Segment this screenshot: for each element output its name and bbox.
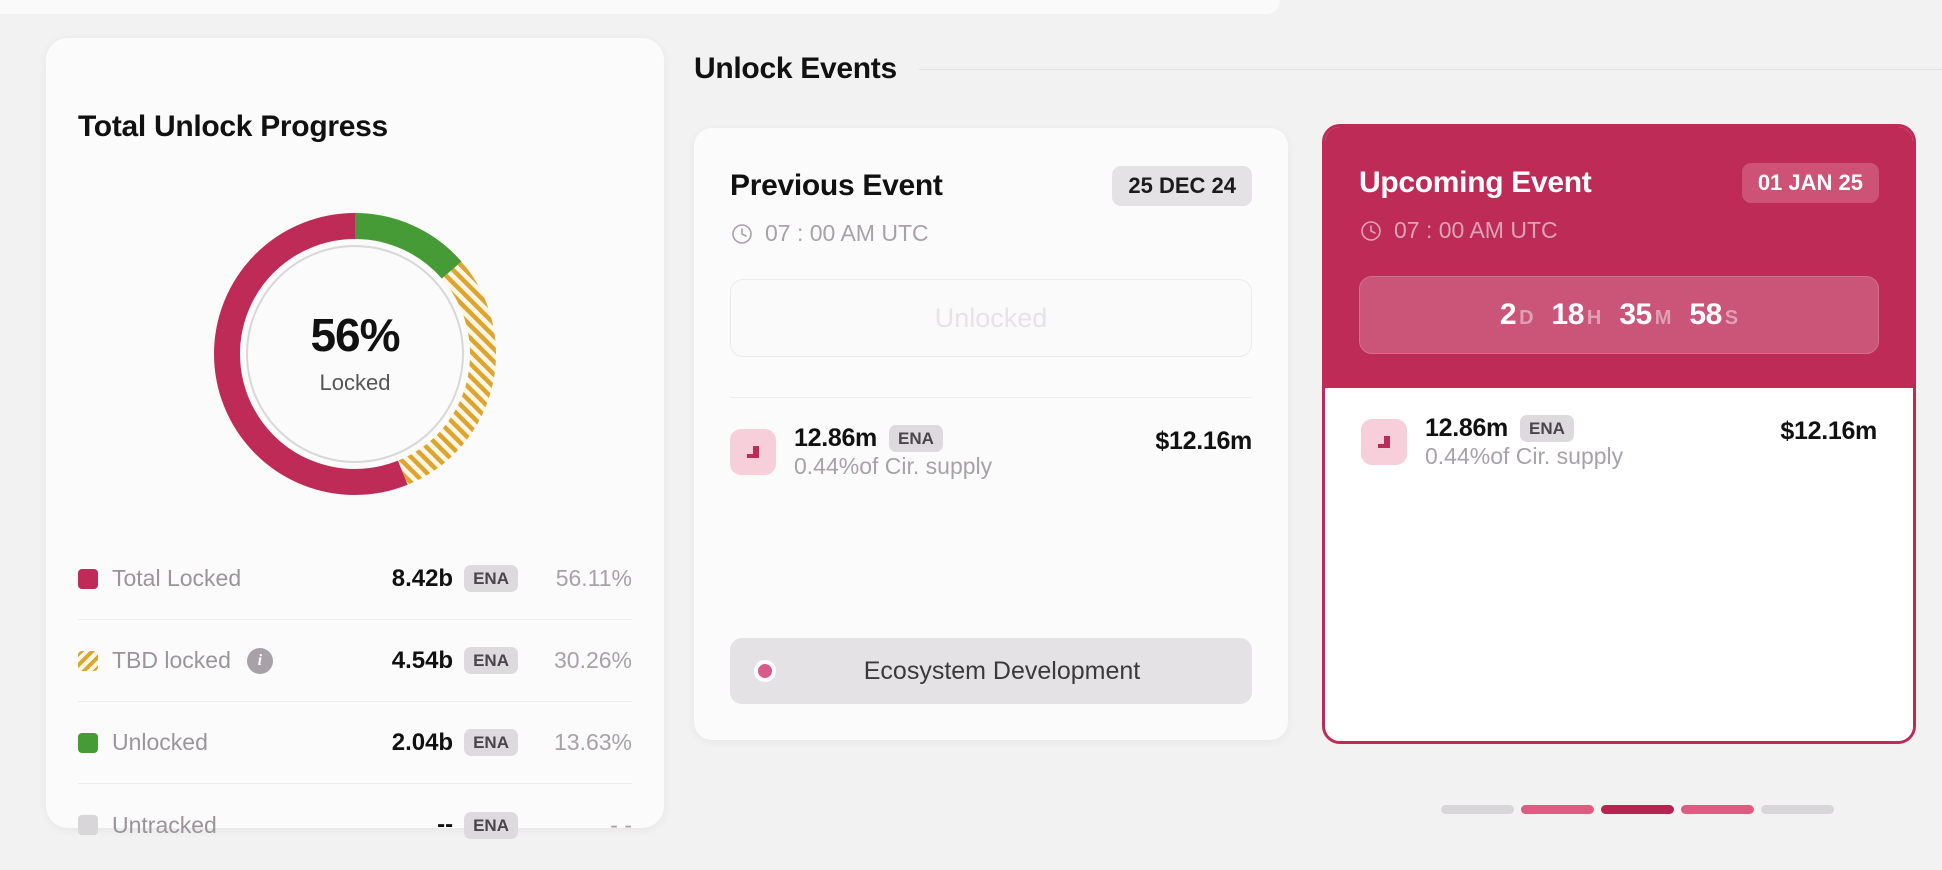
legend-swatch-icon <box>78 568 98 589</box>
donut-percent-value: 56% <box>310 309 400 361</box>
countdown-hours-value: 18 <box>1551 298 1585 331</box>
previous-event-token-row: 12.86m ENA 0.44%of Cir. supply $12.16m <box>694 398 1288 480</box>
unlock-donut-chart: 56% Locked <box>209 208 501 500</box>
token-amount-row: 12.86m ENA <box>794 424 1155 453</box>
legend-percent: 56.11% <box>555 565 632 591</box>
countdown-seconds-value: 58 <box>1689 298 1722 331</box>
countdown-days: 2 D <box>1500 298 1534 332</box>
previous-event-time: 07 : 00 AM UTC <box>765 220 929 246</box>
upcoming-event-title-row: Upcoming Event 01 JAN 25 <box>1359 163 1879 203</box>
pagination-bar[interactable] <box>1761 805 1834 814</box>
upcoming-event-time: 07 : 00 AM UTC <box>1394 217 1558 243</box>
pagination-bar[interactable] <box>1441 805 1514 814</box>
legend-value: 4.54b <box>391 646 454 674</box>
header-divider <box>918 68 1942 70</box>
legend-row-tbd-locked: TBD locked i 4.54b ENA 30.26% <box>78 620 632 702</box>
upcoming-event-body: 12.86m ENA 0.44%of Cir. supply $12.16m E… <box>1325 388 1913 741</box>
legend-value: 8.42b <box>391 564 454 592</box>
token-symbol-chip: ENA <box>464 647 518 674</box>
pagination-bar[interactable] <box>1521 805 1594 814</box>
token-details: 12.86m ENA 0.44%of Cir. supply <box>794 424 1155 480</box>
donut-center-label: 56% Locked <box>209 208 501 500</box>
upcoming-event-card[interactable]: Upcoming Event 01 JAN 25 07 : 00 AM UTC … <box>1322 124 1916 744</box>
previous-event-header: Previous Event 25 DEC 24 07 : 00 AM UTC … <box>694 128 1288 398</box>
countdown-seconds-suffix: S <box>1724 307 1739 329</box>
legend-swatch-icon <box>78 815 98 835</box>
token-symbol-chip: ENA <box>464 811 518 839</box>
token-supply-note: 0.44%of Cir. supply <box>1425 443 1624 469</box>
legend-swatch-icon <box>78 732 98 753</box>
upcoming-event-title: Upcoming Event <box>1359 166 1592 199</box>
legend-label: Untracked <box>112 811 217 838</box>
token-details: 12.86m ENA 0.44%of Cir. supply <box>1425 414 1780 470</box>
countdown-seconds: 58 S <box>1689 298 1738 332</box>
total-unlock-progress-card: Total Unlock Progress 56% Locked Total L… <box>46 38 664 839</box>
pagination-bar-active[interactable] <box>1601 805 1674 814</box>
legend-row-unlocked: Unlocked 2.04b ENA 13.63% <box>78 702 632 784</box>
legend-swatch-icon <box>78 650 98 671</box>
countdown-hours: 18 H <box>1552 298 1602 332</box>
legend-row-total-locked: Total Locked 8.42b ENA 56.11% <box>78 538 632 620</box>
legend-label: Total Locked <box>112 565 242 591</box>
token-usd-value: $12.16m <box>1155 427 1252 455</box>
category-dot-icon <box>754 660 776 682</box>
legend-label: Unlocked <box>112 729 208 755</box>
category-label: Ecosystem Development <box>863 656 1141 685</box>
upcoming-event-time-row: 07 : 00 AM UTC <box>1359 217 1879 244</box>
previous-event-title: Previous Event <box>730 169 943 202</box>
token-symbol-chip: ENA <box>464 729 518 756</box>
previous-event-category-tag[interactable]: Ecosystem Development <box>730 638 1252 704</box>
events-pagination[interactable] <box>1441 805 1834 814</box>
unlock-events-header: Unlock Events <box>694 52 1942 86</box>
info-icon[interactable]: i <box>246 647 273 674</box>
countdown-hours-suffix: H <box>1586 307 1602 329</box>
clock-icon <box>730 222 754 246</box>
legend-label: TBD locked <box>112 647 231 673</box>
token-amount: 12.86m <box>794 424 877 452</box>
ena-token-icon <box>1361 419 1407 465</box>
background-strip <box>0 0 1280 14</box>
legend-percent: 30.26% <box>553 647 632 673</box>
countdown-minutes-value: 35 <box>1619 298 1652 331</box>
clock-icon <box>1359 219 1383 243</box>
unlock-dashboard: Total Unlock Progress 56% Locked Total L… <box>0 0 1942 870</box>
upcoming-event-date-badge: 01 JAN 25 <box>1741 163 1879 203</box>
legend-percent: - - <box>610 811 632 838</box>
ena-token-icon <box>730 429 776 475</box>
previous-event-status: Unlocked <box>730 279 1252 357</box>
token-amount-row: 12.86m ENA <box>1425 414 1780 443</box>
token-amount: 12.86m <box>1425 414 1508 442</box>
token-usd-value: $12.16m <box>1780 417 1877 445</box>
countdown-timer: 2 D 18 H 35 M 58 S <box>1359 276 1879 354</box>
token-symbol-chip: ENA <box>889 425 943 452</box>
upcoming-event-token-row: 12.86m ENA 0.44%of Cir. supply $12.16m <box>1325 388 1913 470</box>
legend-value: -- <box>437 811 454 838</box>
legend-value: 2.04b <box>391 728 454 756</box>
legend-row-untracked: Untracked -- ENA - - <box>78 784 632 866</box>
countdown-minutes-suffix: M <box>1654 307 1672 329</box>
countdown-days-suffix: D <box>1519 307 1534 329</box>
previous-event-title-row: Previous Event 25 DEC 24 <box>730 166 1252 206</box>
countdown-minutes: 35 M <box>1619 298 1671 332</box>
previous-event-date-badge: 25 DEC 24 <box>1112 166 1252 206</box>
page-title: Total Unlock Progress <box>78 110 388 143</box>
token-supply-note: 0.44%of Cir. supply <box>794 453 993 479</box>
token-symbol-chip: ENA <box>464 565 518 592</box>
section-title: Unlock Events <box>694 52 897 85</box>
donut-percent-caption: Locked <box>319 370 391 395</box>
countdown-days-value: 2 <box>1499 298 1517 331</box>
upcoming-event-header: Upcoming Event 01 JAN 25 07 : 00 AM UTC … <box>1325 127 1913 388</box>
pagination-bar[interactable] <box>1681 805 1754 814</box>
token-symbol-chip: ENA <box>1520 415 1574 442</box>
legend-percent: 13.63% <box>553 729 632 755</box>
previous-event-card[interactable]: Previous Event 25 DEC 24 07 : 00 AM UTC … <box>694 128 1288 740</box>
unlock-legend: Total Locked 8.42b ENA 56.11% TBD locked… <box>78 538 632 866</box>
previous-event-time-row: 07 : 00 AM UTC <box>730 220 1252 247</box>
